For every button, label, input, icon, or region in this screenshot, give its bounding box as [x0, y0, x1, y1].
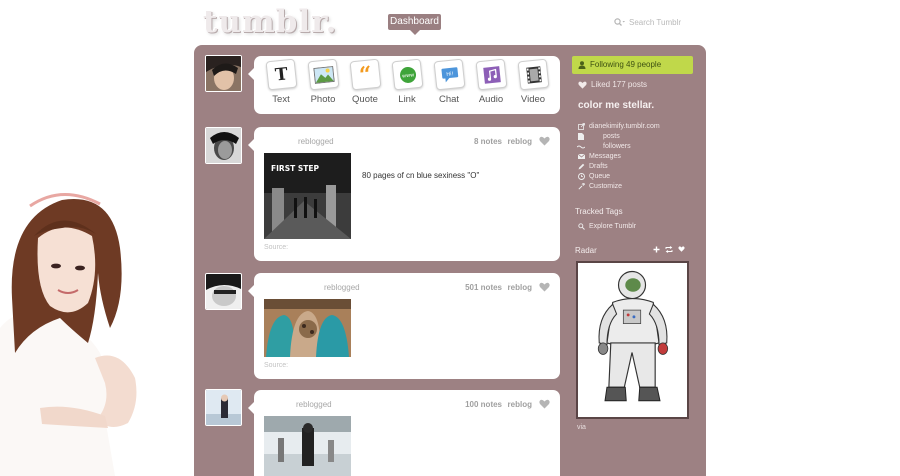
- drafts-link[interactable]: Drafts: [577, 163, 608, 170]
- reblogged-label[interactable]: reblogged: [324, 283, 360, 292]
- link-icon: www: [391, 58, 423, 91]
- queue-link[interactable]: Queue: [577, 173, 610, 180]
- external-link-icon: [577, 123, 585, 130]
- post-type-quote[interactable]: “ Quote: [345, 58, 385, 114]
- post-type-link[interactable]: www Link: [387, 58, 427, 114]
- reblogged-label[interactable]: reblogged: [296, 400, 332, 409]
- tracked-tags-title: Tracked Tags: [575, 207, 623, 216]
- post-type-chat[interactable]: Hi! Chat: [429, 58, 469, 114]
- post-source[interactable]: Source:: [264, 244, 288, 251]
- follow-plus-icon[interactable]: [653, 246, 660, 253]
- video-icon: [517, 58, 549, 91]
- svg-text:Hi!: Hi!: [445, 71, 453, 78]
- post-type-text[interactable]: T Text: [261, 58, 301, 114]
- clock-icon: [577, 173, 585, 180]
- tumblr-dashboard-page: tumblr. Dashboard Search Tumblr T Text P…: [0, 0, 900, 476]
- like-heart-icon[interactable]: [539, 399, 550, 409]
- post-type-video[interactable]: Video: [513, 58, 553, 114]
- liked-link[interactable]: Liked 177 posts: [578, 80, 647, 89]
- notes-count[interactable]: 8 notes: [474, 137, 502, 146]
- reblog-button[interactable]: reblog: [508, 283, 532, 292]
- user-icon: [578, 61, 586, 69]
- following-button[interactable]: Following 49 people: [572, 56, 693, 74]
- post-card: reblogged 8 notes reblog FIRST STEP 80 p…: [248, 127, 560, 261]
- post-card: reblogged 100 notes reblog: [248, 390, 560, 476]
- customize-link[interactable]: Customize: [577, 183, 622, 190]
- reblog-button[interactable]: reblog: [508, 400, 532, 409]
- post-card: reblogged 501 notes reblog Source:: [248, 273, 560, 379]
- notes-count[interactable]: 100 notes: [465, 400, 502, 409]
- radar-via-link[interactable]: via: [577, 424, 586, 431]
- post-photo[interactable]: FIRST STEP: [264, 153, 351, 239]
- quote-icon: “: [349, 58, 381, 91]
- post-caption: 80 pages of cn blue sexiness "O": [362, 171, 480, 180]
- search-icon: [614, 17, 625, 26]
- search-box[interactable]: Search Tumblr: [614, 15, 681, 29]
- radar-title: Radar: [575, 246, 597, 255]
- post-type-audio[interactable]: Audio: [471, 58, 511, 114]
- svg-text:www: www: [401, 72, 414, 79]
- followers-link[interactable]: followers: [577, 143, 631, 150]
- blog-url-link[interactable]: dianekimify.tumblr.com: [577, 123, 660, 130]
- like-heart-icon[interactable]: [539, 136, 550, 146]
- users-icon: [577, 143, 585, 150]
- girl-photo: [0, 193, 137, 476]
- photo-icon: [307, 58, 339, 91]
- dashboard-tab[interactable]: Dashboard: [388, 14, 441, 35]
- heart-icon: [578, 81, 587, 89]
- post-avatar[interactable]: [205, 389, 242, 426]
- search-input[interactable]: Search Tumblr: [629, 18, 681, 27]
- post-source[interactable]: Source:: [264, 362, 288, 369]
- post-avatar[interactable]: [205, 273, 242, 310]
- blog-name[interactable]: color me stellar.: [578, 100, 654, 111]
- photo-title-text: FIRST STEP: [271, 164, 319, 173]
- liked-label: Liked 177 posts: [591, 80, 648, 89]
- like-heart-icon[interactable]: [539, 282, 550, 292]
- my-avatar[interactable]: [205, 55, 242, 92]
- tumblr-logo[interactable]: tumblr.: [203, 4, 337, 40]
- posts-link[interactable]: posts: [577, 133, 620, 140]
- wrench-icon: [577, 183, 585, 190]
- reblogged-label[interactable]: reblogged: [298, 137, 334, 146]
- mail-icon: [577, 153, 585, 160]
- drafts-icon: [577, 163, 585, 170]
- following-label: Following 49 people: [590, 60, 662, 69]
- radar-astronaut-image[interactable]: [576, 261, 689, 419]
- post-type-photo[interactable]: Photo: [303, 58, 343, 114]
- audio-icon: [475, 58, 507, 91]
- post-photo[interactable]: [264, 299, 351, 357]
- post-photo[interactable]: [264, 416, 351, 476]
- messages-link[interactable]: Messages: [577, 153, 621, 160]
- explore-tumblr-link[interactable]: Explore Tumblr: [577, 223, 636, 230]
- search-icon: [577, 223, 585, 230]
- reblog-button[interactable]: reblog: [508, 137, 532, 146]
- post-type-bar: T Text Photo “ Quote www Link Hi! Chat A…: [248, 56, 560, 114]
- notes-count[interactable]: 501 notes: [465, 283, 502, 292]
- text-icon: T: [265, 58, 297, 91]
- document-icon: [577, 133, 585, 140]
- post-avatar[interactable]: [205, 127, 242, 164]
- chat-icon: Hi!: [433, 58, 465, 91]
- like-heart-icon[interactable]: [678, 246, 685, 252]
- reblog-icon[interactable]: [665, 246, 673, 253]
